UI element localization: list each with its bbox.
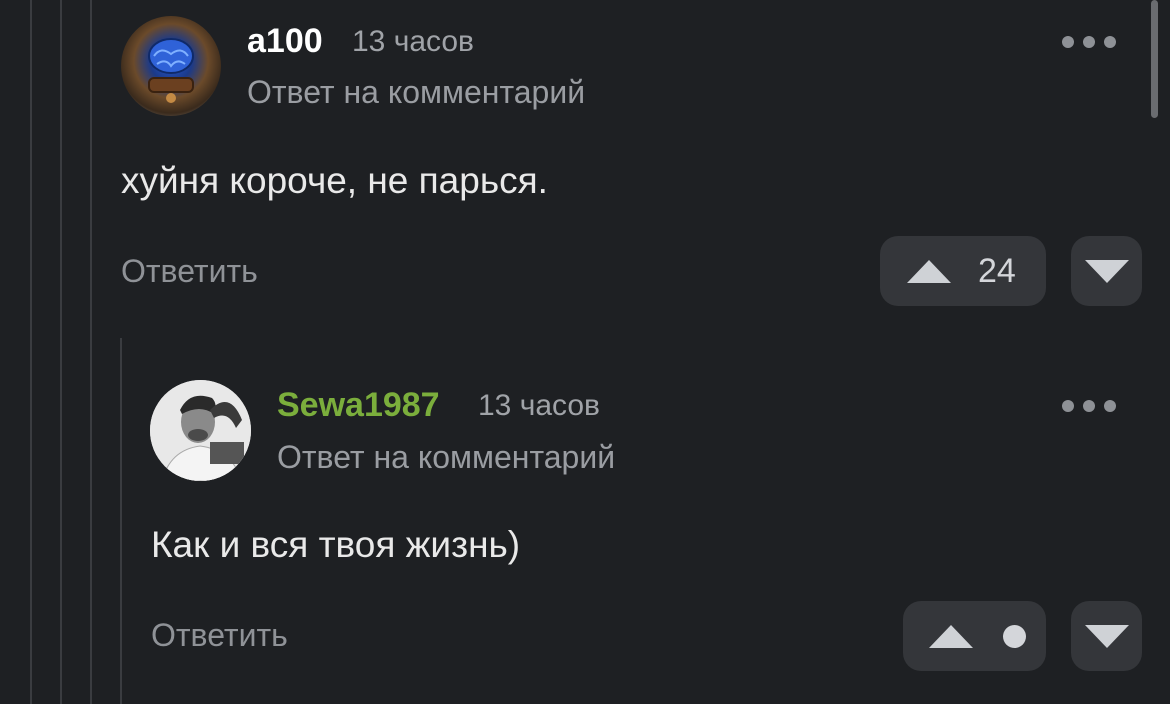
avatar[interactable] [121, 16, 221, 116]
more-options-icon[interactable] [1062, 400, 1116, 412]
upvote-button[interactable]: 24 [880, 236, 1046, 306]
reply-button[interactable]: Ответить [121, 253, 258, 290]
avatar-image [148, 38, 194, 103]
thread-line-3 [90, 0, 92, 704]
thread-line-4[interactable] [120, 338, 122, 704]
upvote-button[interactable] [903, 601, 1046, 671]
hidden-rating-dot [1003, 624, 1026, 648]
timestamp: 13 часов [352, 25, 474, 58]
timestamp: 13 часов [478, 389, 600, 422]
downvote-button[interactable] [1071, 601, 1142, 671]
triangle-up-icon [929, 624, 973, 648]
scrollbar[interactable] [1151, 0, 1158, 118]
username[interactable]: a100 [247, 22, 323, 61]
downvote-button[interactable] [1071, 236, 1142, 306]
reply-button[interactable]: Ответить [151, 617, 288, 654]
username[interactable]: Sewa1987 [277, 386, 440, 425]
triangle-down-icon [1084, 624, 1129, 648]
vote-count: 24 [978, 251, 1016, 290]
comment-text: Как и вся твоя жизнь) [151, 524, 521, 565]
triangle-up-icon [907, 259, 951, 283]
thread-line-2 [60, 0, 62, 704]
reply-context[interactable]: Ответ на комментарий [277, 439, 615, 476]
more-options-icon[interactable] [1062, 36, 1116, 48]
comment-text: хуйня короче, не парься. [121, 160, 548, 201]
triangle-down-icon [1084, 259, 1129, 283]
avatar-image [150, 380, 251, 481]
avatar[interactable] [150, 380, 251, 481]
thread-line-1 [30, 0, 32, 704]
reply-context[interactable]: Ответ на комментарий [247, 74, 585, 111]
